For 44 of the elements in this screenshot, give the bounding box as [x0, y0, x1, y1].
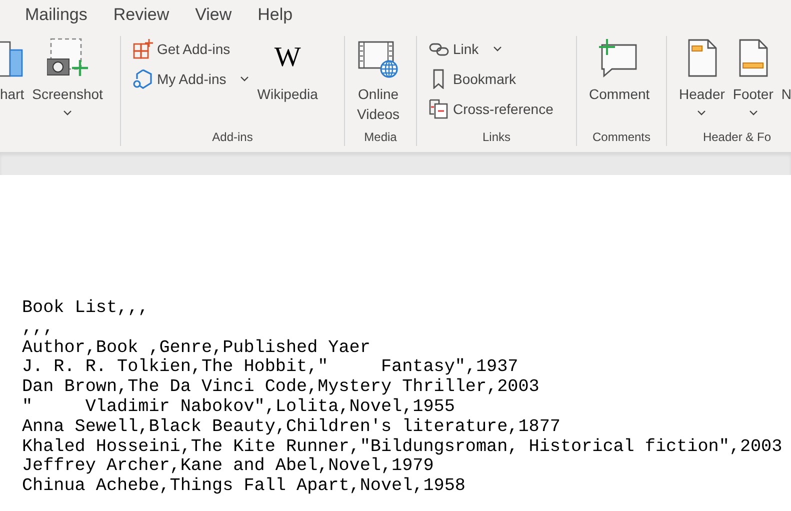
caret-icon: [240, 76, 250, 82]
document-line: Dan Brown,The Da Vinci Code,Mystery Thriller,2003: [22, 378, 540, 398]
footer-page-icon: [737, 38, 770, 78]
ribbon-button[interactable]: Online Videos: [357, 36, 400, 124]
ribbon-button[interactable]: N: [781, 36, 791, 104]
ribbon-button[interactable]: Cross-reference: [429, 98, 554, 120]
ribbon-tab[interactable]: Mailings: [25, 2, 88, 28]
group-label: Media: [363, 129, 398, 146]
ribbon-button[interactable]: W Wikipedia: [257, 36, 318, 104]
ribbon-tab[interactable]: View: [195, 2, 232, 28]
document-line: " Vladimir Nabokov",Lolita,Novel,1955: [22, 398, 456, 418]
group-label: Header & Fo: [702, 129, 772, 146]
ribbon-button[interactable]: Header: [679, 36, 725, 116]
group-label: Links: [481, 129, 512, 146]
document-line: J. R. R. Tolkien,The Hobbit," Fantasy",1937: [22, 358, 520, 378]
caret-icon: [63, 110, 72, 116]
document-line: Book List,,,: [22, 299, 150, 319]
ribbon-tab[interactable]: Help: [258, 2, 293, 28]
document-line: Chinua Achebe,Things Fall Apart,Novel,1958: [22, 477, 466, 497]
ribbon-button[interactable]: Get Add-ins: [133, 38, 250, 60]
caret-icon: [697, 110, 706, 116]
ribbon-button[interactable]: Bookmark: [429, 68, 554, 90]
ribbon-button[interactable]: hart: [0, 36, 24, 104]
hexagon-icon: [133, 69, 153, 89]
document-line: ,,,: [22, 318, 55, 339]
ribbon-tab[interactable]: Review: [113, 2, 170, 28]
document-line: Anna Sewell,Black Beauty,Children's literature,1877: [22, 418, 562, 438]
document-line: Khaled Hosseini,The Kite Runner,"Bildungsroman, Historical fiction",2003: [22, 438, 784, 457]
document-line: Author,Book ,Genre,Published Yaer: [22, 338, 372, 358]
ribbon-button[interactable]: My Add-ins: [133, 68, 250, 90]
add-ins-grid-icon: [133, 39, 153, 59]
ribbon-button[interactable]: Footer: [732, 36, 774, 116]
caret-icon: [492, 46, 502, 52]
group-label: Comments: [591, 129, 652, 146]
header-page-icon: [686, 38, 718, 78]
screenshot-icon: [46, 38, 89, 78]
cross-reference-icon: [429, 99, 449, 119]
document-line: Jeffrey Archer,Kane and Abel,Novel,1979: [22, 457, 435, 477]
group-label: Add-ins: [211, 129, 254, 146]
wikipedia-logo: W: [274, 48, 301, 68]
caret-icon: [748, 110, 758, 116]
ribbon-button[interactable]: Comment: [589, 36, 650, 104]
ribbon-button[interactable]: Screenshot: [32, 36, 103, 116]
ribbon-button[interactable]: Link: [429, 38, 554, 60]
